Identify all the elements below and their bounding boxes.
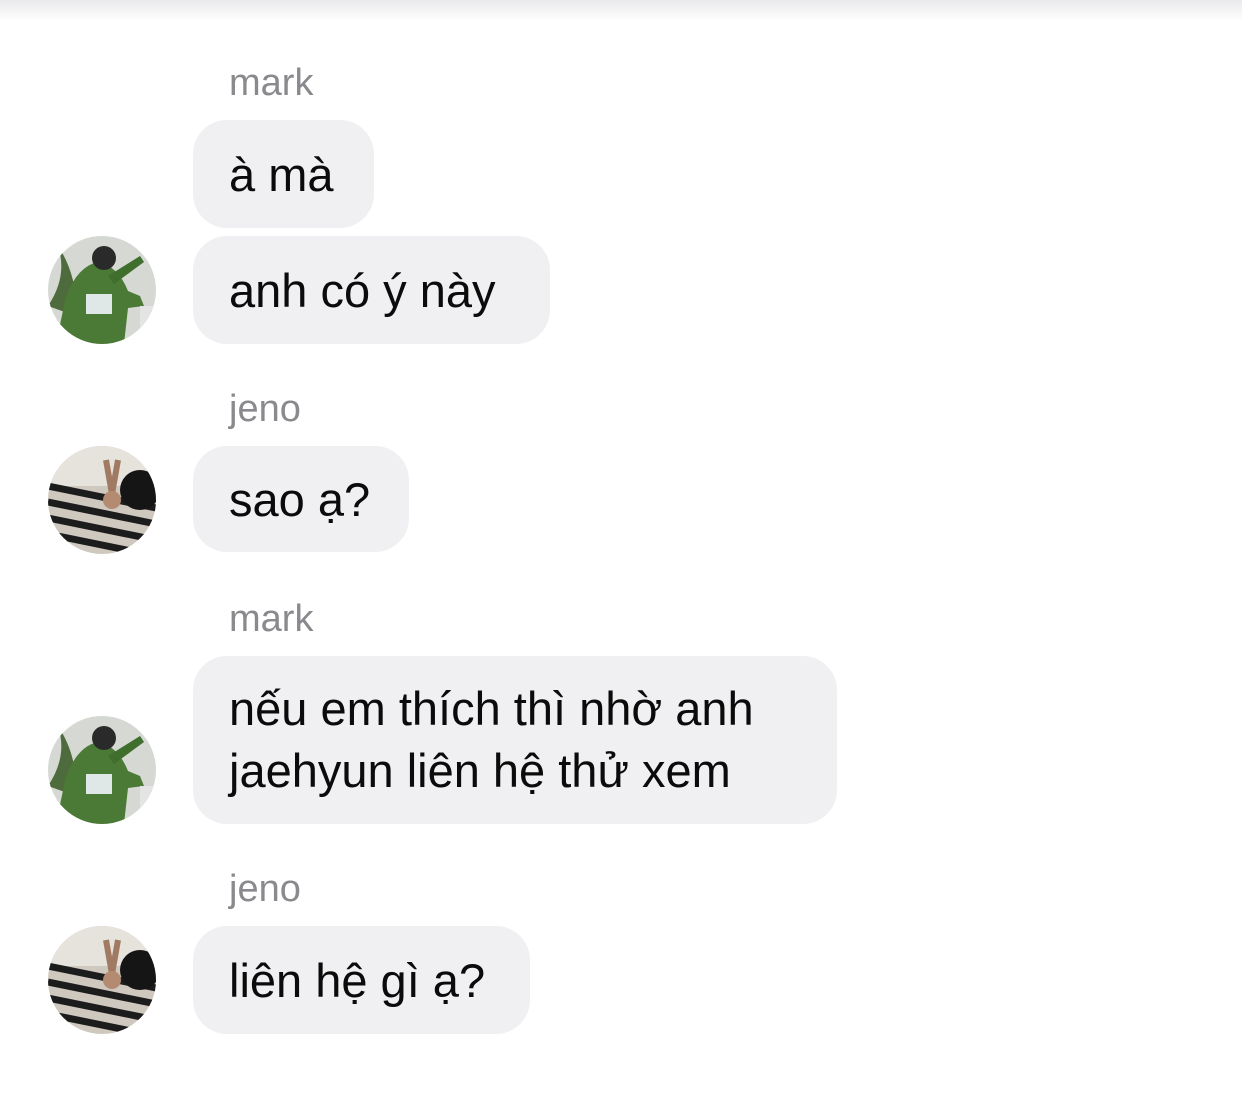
message-text: nếu em thích thì nhờ anh jaehyun liên hệ… bbox=[229, 678, 754, 802]
message-bubble[interactable]: liên hệ gì ạ? bbox=[193, 926, 530, 1034]
message-bubble[interactable]: sao ạ? bbox=[193, 446, 409, 552]
message-line: jaehyun liên hệ thử xem bbox=[229, 744, 731, 797]
message-bubble[interactable]: anh có ý này bbox=[193, 236, 550, 344]
sender-name-mark: mark bbox=[229, 62, 314, 104]
message-text: anh có ý này bbox=[229, 263, 496, 317]
message-text: sao ạ? bbox=[229, 472, 371, 526]
sender-name-jeno: jeno bbox=[229, 868, 301, 910]
avatar-jeno[interactable] bbox=[48, 926, 156, 1034]
avatar-mark[interactable] bbox=[48, 716, 156, 824]
message-bubble[interactable]: nếu em thích thì nhờ anh jaehyun liên hệ… bbox=[193, 656, 837, 824]
message-line: nếu em thích thì nhờ anh bbox=[229, 682, 754, 735]
avatar-jeno[interactable] bbox=[48, 446, 156, 554]
avatar-mark[interactable] bbox=[48, 236, 156, 344]
sender-name-mark: mark bbox=[229, 598, 314, 640]
message-bubble[interactable]: à mà bbox=[193, 120, 374, 228]
top-bar-shadow bbox=[0, 0, 1242, 22]
message-text: liên hệ gì ạ? bbox=[229, 953, 486, 1007]
sender-name-jeno: jeno bbox=[229, 388, 301, 430]
message-text: à mà bbox=[229, 147, 334, 201]
